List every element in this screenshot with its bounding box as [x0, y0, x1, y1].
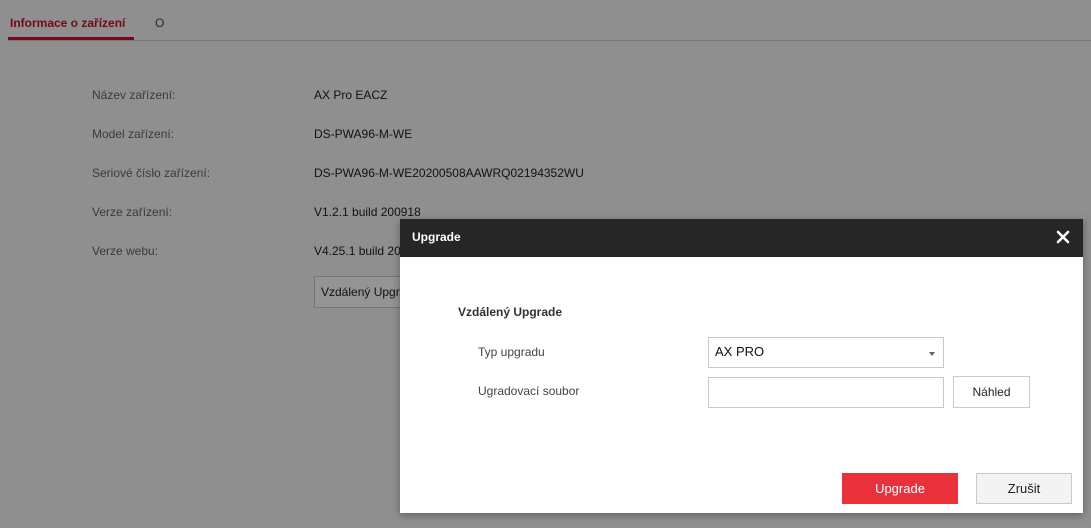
upgrade-type-select[interactable]: AX PRO: [708, 337, 944, 368]
dialog-header: Upgrade: [400, 219, 1083, 257]
section-title: Vzdálený Upgrade: [458, 305, 563, 319]
upgrade-file-input[interactable]: [708, 377, 944, 408]
browse-button[interactable]: Náhled: [953, 376, 1030, 408]
upgrade-button[interactable]: Upgrade: [842, 473, 958, 504]
cancel-button[interactable]: Zrušit: [976, 473, 1072, 504]
close-icon[interactable]: [1053, 227, 1073, 247]
dropdown-arrow-icon: [929, 352, 935, 356]
upgrade-type-label: Typ upgradu: [478, 345, 545, 359]
upgrade-file-label: Ugradovací soubor: [478, 384, 580, 398]
upgrade-type-value: AX PRO: [715, 344, 765, 359]
upgrade-dialog: Upgrade Vzdálený Upgrade Typ upgradu AX …: [400, 219, 1083, 513]
dialog-title: Upgrade: [412, 230, 461, 244]
close-icon-glyph: [1056, 230, 1070, 244]
